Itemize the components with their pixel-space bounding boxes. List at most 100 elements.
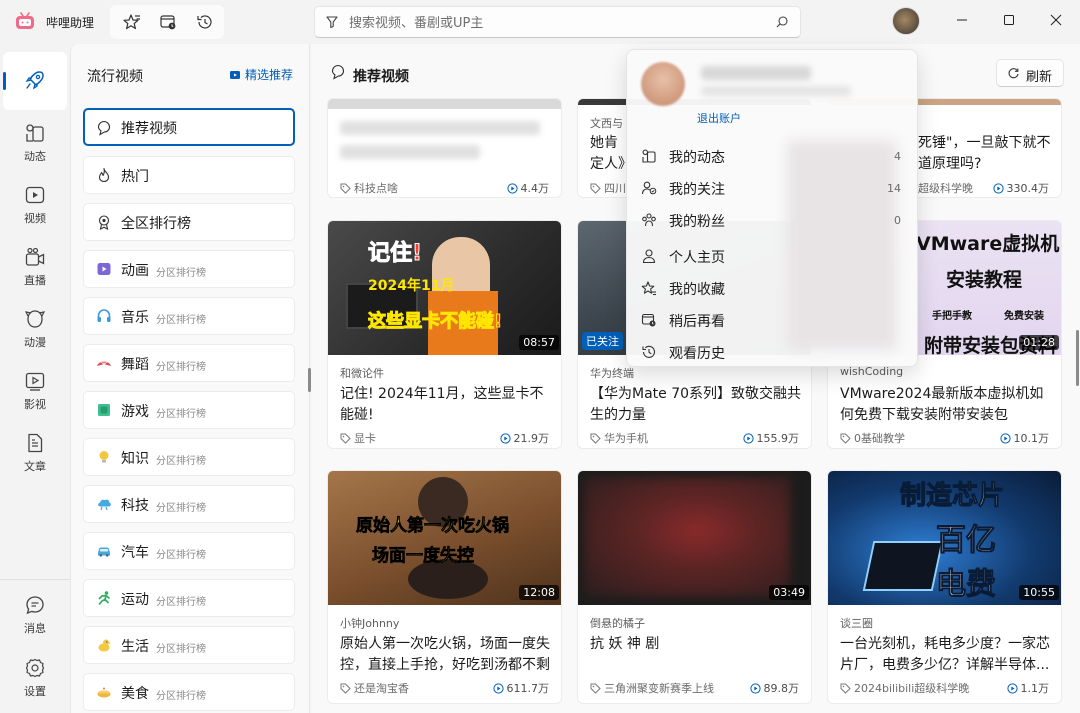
food-icon <box>97 687 111 698</box>
search-input[interactable] <box>349 13 749 33</box>
nav-item-message[interactable]: 消息 <box>3 586 67 642</box>
section-item-life[interactable]: 生活 分区排行榜 <box>83 626 295 664</box>
thumbnail-chip <box>862 541 944 591</box>
search-filter-icon[interactable] <box>325 15 339 29</box>
section-item-sub: 分区排行榜 <box>156 456 206 467</box>
video-title[interactable]: VMware2024最新版本虚拟机如何免费下载安装附带安装包 <box>840 384 1052 426</box>
play-count-icon <box>992 182 1004 194</box>
video-tag[interactable]: 显卡 <box>340 430 376 446</box>
video-author[interactable]: 和微论件 <box>340 365 384 381</box>
article-icon <box>28 433 43 453</box>
section-item-game[interactable]: 游戏 分区排行榜 <box>83 391 295 429</box>
search-box[interactable] <box>314 6 801 38</box>
refresh-icon <box>1008 68 1019 79</box>
dropdown-item-fans[interactable]: 我的粉丝 0 <box>631 205 913 235</box>
video-card[interactable]: 科技点啥 4.4万 <box>327 98 562 198</box>
section-item-animation[interactable]: 动画 分区排行榜 <box>83 250 295 288</box>
history-icon[interactable] <box>195 12 215 32</box>
search-icon[interactable] <box>775 15 789 29</box>
video-duration: 01:28 <box>1019 335 1059 350</box>
close-icon[interactable] <box>1046 10 1066 30</box>
section-item-knowledge[interactable]: 知识 分区排行榜 <box>83 438 295 476</box>
video-title[interactable]: 记住! 2024年11月，这些显卡不能碰! <box>340 384 552 426</box>
featured-button[interactable]: 精选推荐 <box>229 66 293 83</box>
video-tag[interactable]: 0基础教学 <box>840 430 905 446</box>
video-card[interactable]: 03:49 倒悬的橘子 抗 妖 神 剧 三角洲聚变新赛季上线 89.8万 <box>577 470 812 704</box>
nav-item-settings[interactable]: 设置 <box>3 649 67 705</box>
refresh-button[interactable]: 刷新 <box>996 59 1064 87</box>
video-author[interactable]: 小钟Johnny <box>340 615 399 631</box>
nav-item-movie[interactable]: 影视 <box>3 362 67 418</box>
nav-item-live[interactable]: 直播 <box>3 238 67 294</box>
section-item-tech[interactable]: 科技 分区排行榜 <box>83 485 295 523</box>
video-card[interactable]: 制造芯片 百亿 电费 10:55 谈三圈 一台光刻机，耗电多少度？一家芯片厂，电… <box>827 470 1062 704</box>
nav-item-article[interactable]: 文章 <box>3 424 67 480</box>
settings-icon <box>25 658 45 678</box>
video-tag[interactable]: 2024bilibili超级科学晚 <box>840 680 969 696</box>
favorites-icon[interactable] <box>122 12 142 32</box>
play-count-icon <box>742 432 754 444</box>
nav-item-anime[interactable]: 动漫 <box>3 300 67 356</box>
nav-item-video[interactable]: 视频 <box>3 176 67 232</box>
video-duration: 12:08 <box>519 585 559 600</box>
tag-icon <box>590 683 601 694</box>
section-item-sports[interactable]: 运动 分区排行榜 <box>83 579 295 617</box>
video-card[interactable]: 记住! 2024年11月 这些显卡不能碰! 08:57 和微论件 记住! 202… <box>327 220 562 449</box>
dropdown-item-label: 我的收藏 <box>669 282 725 298</box>
user-avatar[interactable] <box>892 7 920 35</box>
dropdown-item-label: 观看历史 <box>669 346 725 362</box>
nav-label: 动态 <box>24 150 46 163</box>
section-item-recommend[interactable]: 推荐视频 <box>83 108 295 146</box>
video-author[interactable]: 谈三圈 <box>840 615 873 631</box>
main-scrollbar[interactable] <box>1076 330 1079 386</box>
video-title[interactable]: 死锤"，一旦敲下就不道原理吗? <box>918 133 1054 175</box>
video-title[interactable]: 抗 妖 神 剧 <box>590 634 802 655</box>
video-tag[interactable]: 华为手机 <box>590 430 648 446</box>
video-plays: 10.1万 <box>999 430 1049 446</box>
section-panel: 流行视频 精选推荐 推荐视频 热门 全区排行榜 动画 分区排行榜 音乐 分区排行… <box>70 44 311 713</box>
video-tag[interactable]: 三角洲聚变新赛季上线 <box>590 680 714 696</box>
dropdown-item-history[interactable]: 观看历史 <box>631 337 913 367</box>
tag-icon <box>840 433 851 444</box>
video-author[interactable]: 文西与 <box>590 115 623 131</box>
nav-item-dynamic[interactable]: 动态 <box>3 114 67 170</box>
dropdown-item-watch-later[interactable]: 稍后再看 <box>631 305 913 335</box>
thumbnail-text: 电费 <box>936 567 997 603</box>
section-item-dance[interactable]: 舞蹈 分区排行榜 <box>83 344 295 382</box>
thumbnail-text: 2024年11月 <box>368 278 455 294</box>
dropdown-item-dynamic[interactable]: 我的动态 4 <box>631 141 913 171</box>
section-item-food[interactable]: 美食 分区排行榜 <box>83 673 295 711</box>
minimize-icon[interactable] <box>952 10 972 30</box>
section-item-music[interactable]: 音乐 分区排行榜 <box>83 297 295 335</box>
video-tag[interactable]: 四川 <box>590 180 626 196</box>
video-title[interactable]: 【华为Mate 70系列】致敬交融共生的力量 <box>590 384 802 426</box>
video-tag[interactable]: 科技点啥 <box>340 180 398 196</box>
dropdown-item-profile[interactable]: 个人主页 <box>631 241 913 271</box>
video-plays: 611.7万 <box>492 680 550 696</box>
section-item-rank[interactable]: 全区排行榜 <box>83 203 295 241</box>
video-title[interactable]: 原始人第一次吃火锅，场面一度失控，直接上手抢，好吃到汤都不剩 <box>340 634 552 676</box>
video-author[interactable]: 倒悬的橘子 <box>590 615 645 631</box>
play-count-icon <box>492 682 504 694</box>
video-plays: 89.8万 <box>749 680 799 696</box>
logout-link[interactable]: 退出账户 <box>697 110 741 126</box>
video-title[interactable]: 她肯定人》四 <box>590 133 630 175</box>
play-count: 611.7万 <box>506 682 550 695</box>
video-title[interactable]: 一台光刻机，耗电多少度？一家芯片厂，电费多少亿？详解半导体... <box>840 634 1052 676</box>
video-tag[interactable]: 超级科学晚 <box>918 180 973 196</box>
video-plays: 155.9万 <box>742 430 799 446</box>
blurred-user-info <box>701 86 851 96</box>
section-item-car[interactable]: 汽车 分区排行榜 <box>83 532 295 570</box>
animation-icon <box>97 263 111 275</box>
nav-item-home[interactable] <box>3 52 67 110</box>
watch-later-icon[interactable] <box>158 12 178 32</box>
video-author[interactable]: 华为终端 <box>590 365 634 381</box>
section-item-hot[interactable]: 热门 <box>83 156 295 194</box>
dropdown-item-follow[interactable]: 我的关注 14 <box>631 173 913 203</box>
dropdown-item-label: 稍后再看 <box>669 314 725 330</box>
dropdown-item-count: 4 <box>894 150 901 163</box>
video-tag[interactable]: 还是淘宝香 <box>340 680 409 696</box>
video-card[interactable]: 原始人第一次吃火锅 场面一度失控 12:08 小钟Johnny 原始人第一次吃火… <box>327 470 562 704</box>
maximize-icon[interactable] <box>999 10 1019 30</box>
dropdown-item-favorites[interactable]: 我的收藏 <box>631 273 913 303</box>
